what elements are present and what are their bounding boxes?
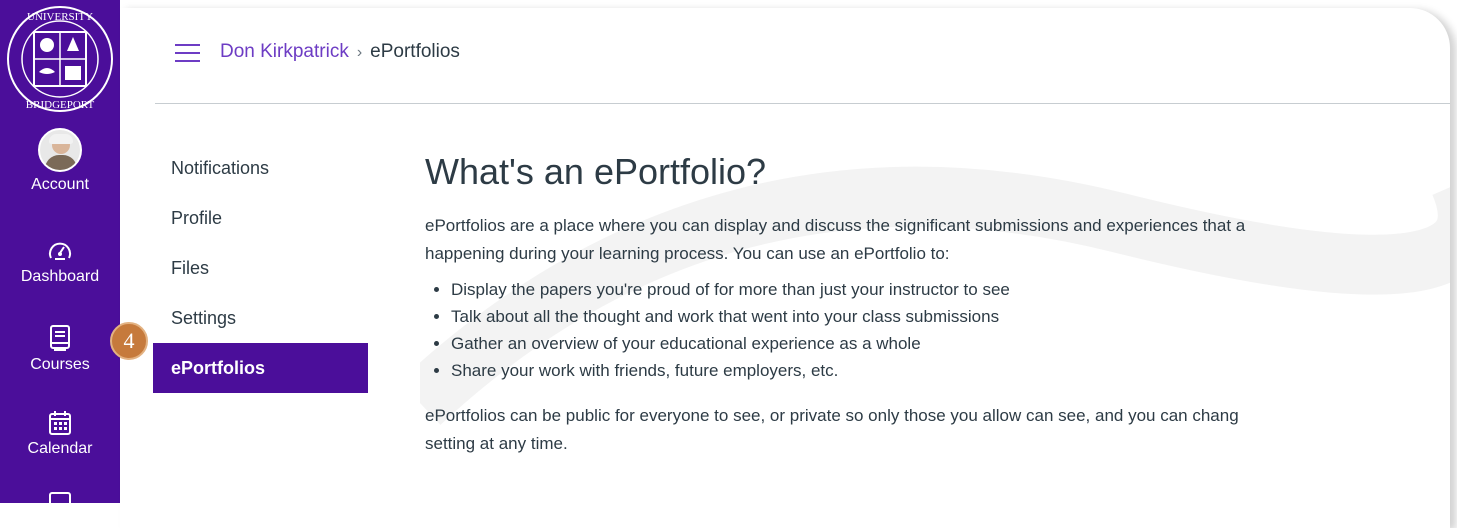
page-title: What's an ePortfolio? [425,151,767,192]
logo-text: UNIVERSITY [27,11,93,23]
breadcrumb-current: ePortfolios [370,41,460,62]
nav-account[interactable]: Account [0,128,120,194]
section-nav-eportfolios[interactable]: ePortfolios [153,343,368,393]
section-nav-files[interactable]: Files [153,243,368,293]
hamburger-menu-icon[interactable] [175,44,200,64]
outro-line-2: setting at any time. [425,434,568,453]
nav-courses[interactable]: Courses [0,324,120,374]
section-nav-settings[interactable]: Settings [153,293,368,343]
benefits-list: Display the papers you're proud of for m… [425,276,1450,384]
outro-line-1: ePortfolios can be public for everyone t… [425,406,1239,425]
calendar-icon [49,411,71,435]
intro-line-1: ePortfolios are a place where you can di… [425,216,1246,235]
list-item: Talk about all the thought and work that… [451,303,1450,330]
main-content: What's an ePortfolio? ePortfolios are a … [425,150,1450,458]
page-header: Don Kirkpatrick › ePortfolios [155,8,1450,104]
dashboard-icon [49,242,71,260]
list-item: Display the papers you're proud of for m… [451,276,1450,303]
nav-courses-label: Courses [30,356,90,373]
section-nav: Notifications Profile Files Settings ePo… [153,143,368,393]
global-nav: UNIVERSITY BRIDGEPORT Account Dashboard … [0,0,120,506]
breadcrumb-user-link[interactable]: Don Kirkpatrick [220,41,349,62]
intro-line-2: happening during your learning process. … [425,244,950,263]
list-item: Share your work with friends, future emp… [451,357,1450,384]
content-card: Don Kirkpatrick › ePortfolios Notification… [120,8,1450,528]
university-logo[interactable]: UNIVERSITY BRIDGEPORT [6,4,114,114]
nav-dashboard-label: Dashboard [20,268,100,285]
breadcrumb-separator: › [356,44,363,61]
section-nav-notifications[interactable]: Notifications [153,143,368,193]
nav-calendar[interactable]: Calendar [0,410,120,458]
nav-account-label: Account [31,176,89,193]
intro-paragraph: ePortfolios are a place where you can di… [425,212,1450,268]
avatar [38,128,82,172]
step-badge: 4 [110,322,148,360]
list-item: Gather an overview of your educational e… [451,330,1450,357]
section-nav-profile[interactable]: Profile [153,193,368,243]
breadcrumb: Don Kirkpatrick › ePortfolios [220,41,460,63]
nav-calendar-label: Calendar [27,440,93,457]
inbox-icon[interactable] [49,492,71,506]
svg-text:BRIDGEPORT: BRIDGEPORT [26,99,95,111]
visibility-paragraph: ePortfolios can be public for everyone t… [425,402,1450,458]
book-icon [50,325,70,351]
nav-dashboard[interactable]: Dashboard [0,238,120,286]
